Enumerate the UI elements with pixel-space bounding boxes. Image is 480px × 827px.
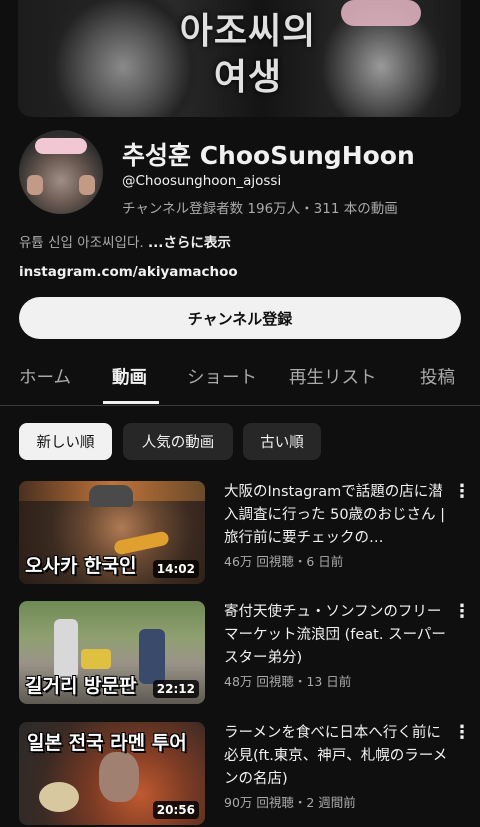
thumb-ramen-bowl <box>39 782 79 812</box>
channel-handle: @Choosunghoon_ajossi <box>122 173 282 189</box>
channel-banner: 아조씨의 여생 <box>18 0 461 117</box>
video-thumbnail[interactable]: 오사카 한국인 14:02 <box>19 481 205 584</box>
thumbnail-caption: 오사카 한국인 <box>25 555 137 577</box>
video-item[interactable]: 길거리 방문판 22:12 寄付天使チュ・ソンフンのフリーマーケット流浪団 (f… <box>19 601 480 704</box>
video-thumbnail[interactable]: 길거리 방문판 22:12 <box>19 601 205 704</box>
kebab-menu-icon[interactable]: ⋮ <box>453 603 471 623</box>
banner-title-line2: 여생 <box>213 56 283 98</box>
video-duration: 14:02 <box>152 560 199 578</box>
description-text: 유튭 신입 아조씨입다. <box>19 235 144 251</box>
channel-stats: チャンネル登録者数 196万人・311 本の動画 <box>122 201 398 217</box>
thumb-box <box>81 649 111 669</box>
channel-avatar[interactable] <box>19 130 103 214</box>
avatar-hairband <box>35 138 87 154</box>
subscribe-button[interactable]: チャンネル登録 <box>19 297 461 339</box>
video-meta: 90万 回視聴・2 週間前 <box>224 795 356 810</box>
tab-posts[interactable]: 投稿 <box>420 364 455 389</box>
thumb-person-left <box>54 619 78 679</box>
video-item[interactable]: 일본 전국 라멘 투어 20:56 ラーメンを食べに日本へ行く前に必見(ft.東… <box>19 722 480 825</box>
video-item[interactable]: 오사카 한국인 14:02 大阪のInstagramで話題の店に潜入調査に行った… <box>19 481 480 584</box>
video-meta: 48万 回視聴・13 日前 <box>224 674 352 689</box>
kebab-menu-icon[interactable]: ⋮ <box>453 483 471 503</box>
video-title[interactable]: 大阪のInstagramで話題の店に潜入調査に行った 50歳のおじさん | 旅行… <box>224 481 452 550</box>
thumb-person-right <box>139 629 165 684</box>
thumbnail-caption: 일본 전국 라멘 투어 <box>27 732 187 754</box>
video-duration: 22:12 <box>152 680 199 698</box>
avatar-fist-left <box>27 175 43 195</box>
tab-videos[interactable]: 動画 <box>112 364 147 389</box>
active-tab-indicator <box>103 401 159 404</box>
chip-newest[interactable]: 新しい順 <box>19 423 112 460</box>
thumb-face <box>99 752 139 802</box>
thumbnail-caption: 길거리 방문판 <box>25 675 137 697</box>
tab-playlists[interactable]: 再生リスト <box>289 364 377 389</box>
tab-shorts[interactable]: ショート <box>187 364 257 389</box>
show-more-link[interactable]: ...さらに表示 <box>148 235 231 251</box>
channel-tabs: ホーム 動画 ショート 再生リスト 投稿 <box>0 350 480 406</box>
channel-description[interactable]: 유튭 신입 아조씨입다. ...さらに表示 <box>19 231 231 251</box>
video-meta: 46万 回視聴・6 日前 <box>224 554 344 569</box>
banner-title-line1: 아조씨의 <box>179 10 317 52</box>
chip-popular[interactable]: 人気の動画 <box>123 423 233 460</box>
chip-oldest[interactable]: 古い順 <box>243 423 321 460</box>
channel-link[interactable]: instagram.com/akiyamachoo <box>19 264 238 280</box>
video-thumbnail[interactable]: 일본 전국 라멘 투어 20:56 <box>19 722 205 825</box>
video-title[interactable]: 寄付天使チュ・ソンフンのフリーマーケット流浪団 (feat. スーパースター弟分… <box>224 601 452 670</box>
kebab-menu-icon[interactable]: ⋮ <box>453 724 471 744</box>
avatar-fist-right <box>79 175 95 195</box>
banner-hairband <box>341 0 421 26</box>
video-duration: 20:56 <box>152 801 199 819</box>
banner-title: 아조씨의 여생 <box>168 8 328 100</box>
video-title[interactable]: ラーメンを食べに日本へ行く前に必見(ft.東京、神戸、札幌のラーメンの名店) <box>224 722 452 791</box>
tab-home[interactable]: ホーム <box>19 364 71 389</box>
channel-name: 추성훈 ChooSungHoon <box>122 141 415 170</box>
thumb-helmet <box>89 485 133 507</box>
